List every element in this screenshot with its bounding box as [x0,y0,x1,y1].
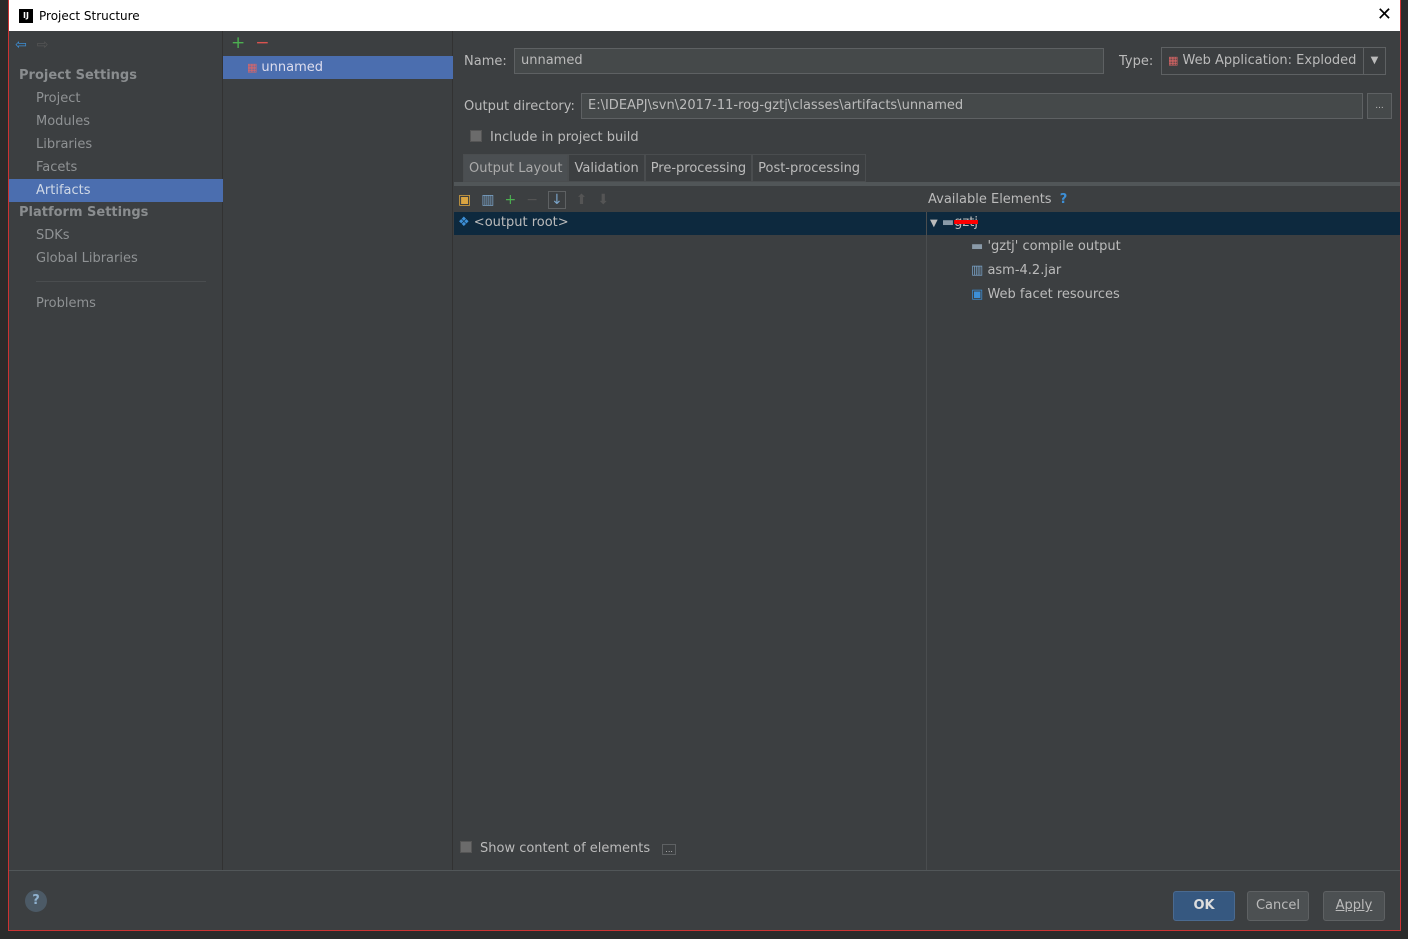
archive-icon[interactable]: ▥ [481,192,494,208]
output-directory-label: Output directory: [464,99,575,114]
tab-validation[interactable]: Validation [568,154,645,182]
sidebar-item-problems[interactable]: Problems [9,292,223,315]
move-down-icon[interactable]: ⬇ [597,192,609,208]
jar-icon: ▥ [971,263,984,278]
window-title: Project Structure [39,8,140,23]
close-button[interactable]: ✕ [1377,4,1392,25]
module-label: gztj [954,215,978,230]
tab-bar: Output Layout Validation Pre-processing … [463,154,867,182]
sidebar-item-global-libraries[interactable]: Global Libraries [9,247,223,270]
apply-button[interactable]: Apply [1323,891,1385,921]
checkbox-box[interactable] [470,130,482,142]
module-node[interactable]: ▼ ▬gztj [930,211,978,236]
help-button[interactable]: ? [25,890,47,912]
footer-divider [9,870,1400,871]
artifact-details: Name: unnamed Type: ▦ Web Application: E… [454,31,1400,870]
tab-post-processing[interactable]: Post-processing [752,154,867,182]
add-copy-icon[interactable]: + [504,192,516,208]
browse-button[interactable]: ... [1367,93,1392,119]
show-content-checkbox[interactable]: Show content of elements ... [460,841,676,856]
tree-item[interactable]: ▬ 'gztj' compile output [971,235,1121,259]
war-icon: ▦ [247,61,258,74]
name-label: Name: [464,54,507,69]
move-up-icon[interactable]: ⬆ [576,192,588,208]
tree-item-label: 'gztj' compile output [987,239,1121,254]
title-bar: IJ Project Structure ✕ [9,0,1400,31]
sidebar-item-project[interactable]: Project [9,87,223,110]
intellij-logo-icon: IJ [19,8,33,23]
tree-item[interactable]: ▣ Web facet resources [971,283,1120,307]
cancel-button[interactable]: Cancel [1247,891,1309,921]
sidebar-item-modules[interactable]: Modules [9,110,223,133]
split-divider[interactable] [926,212,927,870]
show-content-label: Show content of elements [480,841,651,856]
help-icon[interactable]: ? [1060,192,1068,207]
tree-item-label: asm-4.2.jar [987,263,1062,278]
name-input[interactable]: unnamed [514,48,1104,74]
remove-icon[interactable]: − [255,33,269,53]
sidebar-item-artifacts[interactable]: Artifacts [9,179,223,202]
sidebar-item-libraries[interactable]: Libraries [9,133,223,156]
output-layout-panel: ▣ ▥ + − ↓ ⬆ ⬇ Available Elements ? ❖ <ou… [454,182,1400,870]
expand-icon[interactable]: ▼ [930,218,938,229]
back-icon[interactable]: ⇦ [15,37,27,53]
new-directory-icon[interactable]: ▣ [458,192,471,208]
show-content-options-button[interactable]: ... [662,844,676,855]
add-icon[interactable]: + [231,33,245,53]
type-label: Type: [1119,54,1154,69]
project-structure-dialog: IJ Project Structure ✕ ⇦ ⇨ Project Settin… [8,0,1401,931]
type-value: Web Application: Exploded [1182,53,1357,68]
artifact-label: unnamed [261,60,324,75]
tab-pre-processing[interactable]: Pre-processing [644,154,753,182]
artifact-list-panel: + − ▦ unnamed [223,31,453,870]
ok-button[interactable]: OK [1173,891,1235,921]
selected-row [454,212,1400,235]
root-label: <output root> [473,215,569,230]
tab-output-layout[interactable]: Output Layout [463,154,569,182]
artifact-item[interactable]: ▦ unnamed [223,56,453,79]
section-platform-settings: Platform Settings [19,205,149,220]
divider [36,281,206,282]
chevron-down-icon: ▼ [1363,48,1385,74]
folder-icon: ▬ [941,215,955,230]
tree-item[interactable]: ▥ asm-4.2.jar [971,259,1061,283]
forward-icon[interactable]: ⇨ [37,37,49,53]
web-facet-icon: ▣ [971,287,984,302]
output-directory-input[interactable]: E:\IDEAPJ\svn\2017-11-rog-gztj\classes\a… [581,93,1363,119]
checkbox-box[interactable] [460,841,472,853]
module-output-icon: ▬ [971,239,984,254]
sort-icon[interactable]: ↓ [547,191,566,209]
section-project-settings: Project Settings [19,68,137,83]
available-elements-label: Available Elements ? [928,192,1068,207]
web-app-icon: ▦ [1168,54,1179,67]
include-in-build-checkbox[interactable]: Include in project build [470,130,639,145]
remove-icon[interactable]: − [526,192,538,208]
sidebar: ⇦ ⇨ Project Settings Project Modules Libr… [9,31,223,870]
sidebar-item-facets[interactable]: Facets [9,156,223,179]
sidebar-item-sdks[interactable]: SDKs [9,224,223,247]
root-icon: ❖ [458,215,470,230]
type-select[interactable]: ▦ Web Application: Exploded ▼ [1161,47,1386,75]
output-root-node[interactable]: ❖ <output root> [458,211,569,235]
include-label: Include in project build [490,130,639,145]
tree-item-label: Web facet resources [987,287,1120,302]
